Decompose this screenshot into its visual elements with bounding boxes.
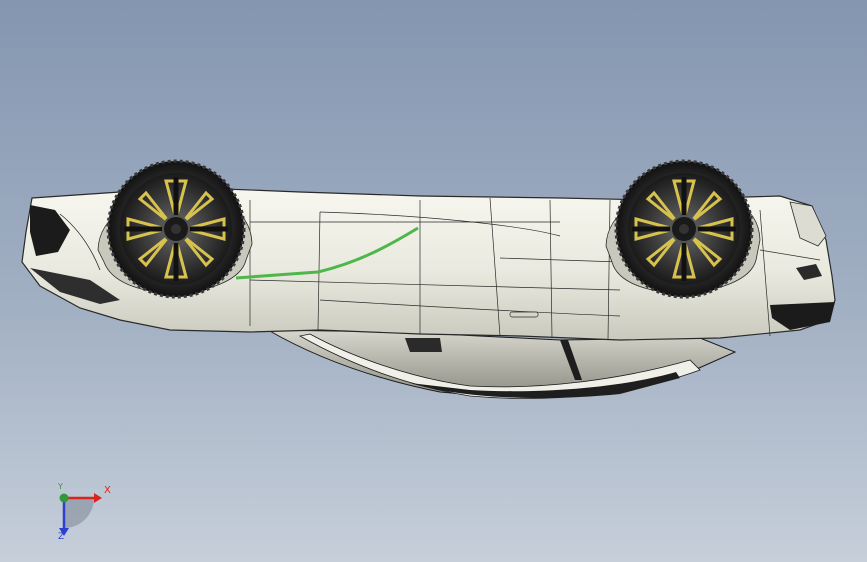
rear-wheel: [614, 159, 754, 299]
axis-triad: X Y Z: [46, 480, 118, 546]
mirror: [405, 338, 442, 352]
car-model[interactable]: [0, 0, 867, 562]
axis-y-label: Y: [58, 482, 63, 491]
door-handle: [509, 311, 539, 318]
axis-z-label: Z: [58, 532, 65, 542]
cabin-glass: [266, 329, 737, 396]
front-wheel: [106, 159, 246, 299]
graphics-viewport[interactable]: X Y Z: [0, 0, 867, 562]
axis-x-label: X: [104, 485, 111, 496]
